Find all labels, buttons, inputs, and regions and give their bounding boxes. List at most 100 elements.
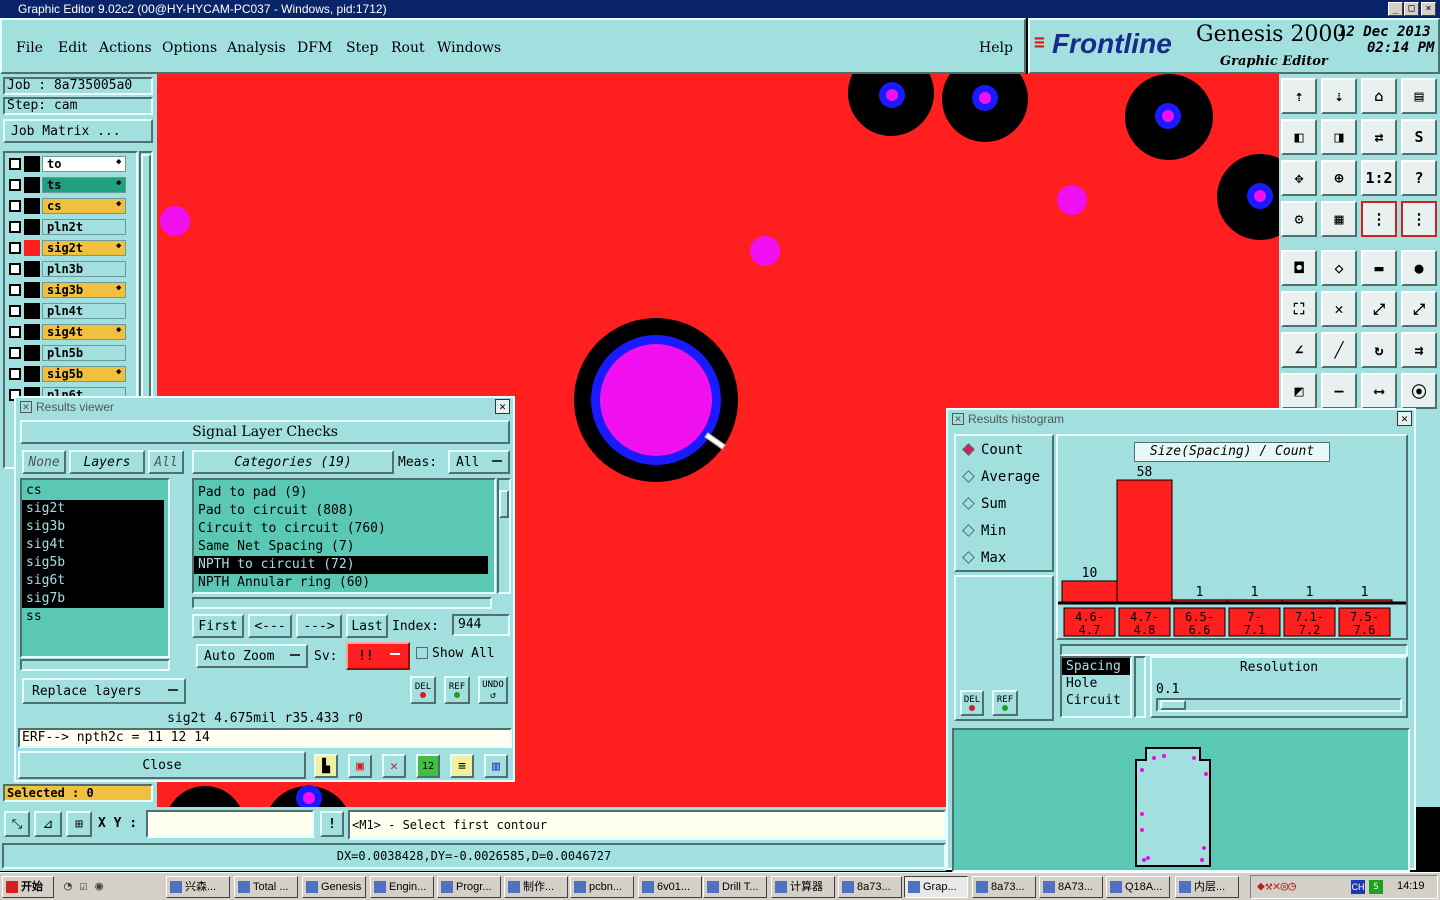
categories-button[interactable]: Categories (19) <box>192 450 394 474</box>
replace-layers-select[interactable]: Replace layers <box>22 678 186 704</box>
layer-color-swatch[interactable] <box>24 240 40 256</box>
home-icon[interactable]: ⌂ <box>1361 78 1397 114</box>
layer-name[interactable]: pln4t <box>42 303 126 319</box>
layer-checkbox[interactable] <box>9 221 21 233</box>
histogram-hscrollbar[interactable] <box>1060 644 1408 656</box>
numbered-list-icon[interactable]: 12 <box>416 754 440 778</box>
menu-rout[interactable]: Rout <box>391 40 425 56</box>
layer-row[interactable]: sig2t ◆ <box>6 240 126 256</box>
layer-name[interactable]: sig3b <box>42 282 126 298</box>
resolution-slider[interactable] <box>1156 698 1402 712</box>
type-list[interactable]: Spacing Hole Circuit <box>1060 656 1132 718</box>
result-layer-item[interactable]: ss <box>22 608 164 626</box>
show-all-checkbox[interactable] <box>416 647 428 659</box>
menu-file[interactable]: File <box>16 40 43 56</box>
zoom-box-icon[interactable]: ⤡ <box>4 811 30 837</box>
layer-checkbox[interactable] <box>9 347 21 359</box>
ime-icon[interactable]: S <box>1369 880 1383 894</box>
npth-hole[interactable] <box>600 344 712 456</box>
nodes-icon[interactable]: ⛶ <box>1281 291 1317 327</box>
task-button[interactable]: 8a73... <box>838 876 902 898</box>
close-button[interactable]: Close <box>18 751 306 779</box>
task-button[interactable]: 6v01... <box>638 876 702 898</box>
draw-icon[interactable]: ◇ <box>1321 250 1357 286</box>
type-item-spacing[interactable]: Spacing <box>1062 658 1130 675</box>
category-hscrollbar[interactable] <box>192 597 492 609</box>
category-scroll-thumb[interactable] <box>499 490 509 518</box>
type-item-hole[interactable]: Hole <box>1062 675 1130 692</box>
layer-checkbox[interactable] <box>9 158 21 170</box>
result-layer-item[interactable]: sig6t <box>22 572 164 590</box>
document-icon[interactable]: ≡ <box>450 754 474 778</box>
menu-edit[interactable]: Edit <box>58 40 87 56</box>
task-button[interactable]: pcbn... <box>570 876 634 898</box>
menu-windows[interactable]: Windows <box>437 40 501 56</box>
mode-radio-average[interactable]: Average <box>962 469 1040 485</box>
layer-name[interactable]: cs <box>42 198 126 214</box>
layer-row[interactable]: sig5b ◆ <box>6 366 126 382</box>
ring-icon[interactable]: ⦿ <box>1401 373 1437 409</box>
layer-row[interactable]: pln4t <box>6 303 126 319</box>
dot-icon[interactable]: ● <box>1401 250 1437 286</box>
layer-checkbox[interactable] <box>9 263 21 275</box>
histogram-bar[interactable] <box>1061 580 1118 603</box>
net-icon[interactable]: ⋮ <box>1361 201 1397 237</box>
prev-button[interactable]: <--- <box>248 614 292 638</box>
result-layer-item[interactable]: sig4t <box>22 536 164 554</box>
task-button[interactable]: 8A73... <box>1039 876 1103 898</box>
close-icon[interactable]: ✕ <box>495 399 510 414</box>
undo-button[interactable]: UNDO ↺ <box>478 676 508 704</box>
layer-name[interactable]: pln3b <box>42 261 126 277</box>
category-item[interactable]: Pad to pad (9) <box>194 484 488 502</box>
category-list[interactable]: Pad to pad (9) Pad to circuit (808) Circui… <box>192 478 496 594</box>
export-icon[interactable]: ▣ <box>348 754 372 778</box>
histogram-bar[interactable] <box>1116 479 1173 603</box>
layer-checkbox[interactable] <box>9 179 21 191</box>
layer-color-swatch[interactable] <box>24 219 40 235</box>
center-icon[interactable]: ⊕ <box>1321 160 1357 196</box>
task-button[interactable]: 制作... <box>504 876 568 898</box>
layer-row[interactable]: sig4t ◆ <box>6 324 126 340</box>
layer-name[interactable]: sig4t <box>42 324 126 340</box>
last-button[interactable]: Last <box>346 614 388 638</box>
layers-button[interactable]: Layers <box>69 450 145 474</box>
result-layer-item[interactable]: cs <box>22 482 164 500</box>
layer-name[interactable]: pln2t <box>42 219 126 235</box>
category-item[interactable]: NPTH Annular ring (60) <box>194 574 488 592</box>
layer-color-swatch[interactable] <box>24 282 40 298</box>
layer-color-swatch[interactable] <box>24 156 40 172</box>
layer-color-swatch[interactable] <box>24 198 40 214</box>
grid-icon[interactable]: ▦ <box>1321 201 1357 237</box>
pad-icon[interactable]: ◩ <box>1281 373 1317 409</box>
language-icon[interactable]: CH <box>1351 880 1365 894</box>
del-button[interactable]: DEL <box>410 676 436 704</box>
menu-step[interactable]: Step <box>346 40 378 56</box>
menu-actions[interactable]: Actions <box>99 40 152 56</box>
task-button[interactable]: 内层... <box>1175 876 1239 898</box>
layer-color-swatch[interactable] <box>24 324 40 340</box>
report-icon[interactable]: ▙ <box>314 754 338 778</box>
menu-analysis[interactable]: Analysis <box>227 40 286 56</box>
snap-icon[interactable]: S <box>1401 119 1437 155</box>
layer-result-list[interactable]: cs sig2t sig3b sig4t sig5b sig6t sig7b ss <box>20 478 170 658</box>
fit-icon[interactable]: ✥ <box>1281 160 1317 196</box>
layer-checkbox[interactable] <box>9 284 21 296</box>
window-icon[interactable]: ▤ <box>1401 78 1437 114</box>
layer-checkbox[interactable] <box>9 368 21 380</box>
layer-row[interactable]: sig3b ◆ <box>6 282 126 298</box>
layer-checkbox[interactable] <box>9 200 21 212</box>
layer-name[interactable]: to <box>42 156 126 172</box>
layer-name[interactable]: sig2t <box>42 240 126 256</box>
menu-dfm[interactable]: DFM <box>297 40 332 56</box>
task-button[interactable]: 8a73... <box>972 876 1036 898</box>
menu-help[interactable]: Help <box>979 40 1013 56</box>
all-button[interactable]: All <box>148 450 184 474</box>
layer-hscrollbar[interactable] <box>20 659 170 671</box>
alert-icon[interactable]: ! <box>320 811 344 837</box>
line-icon[interactable]: ⤢ <box>1361 291 1397 327</box>
type-scrollbar[interactable] <box>1134 656 1146 718</box>
task-button[interactable]: Grap... <box>904 876 968 898</box>
histogram-icon[interactable]: ▥ <box>484 754 508 778</box>
layer-name[interactable]: pln5b <box>42 345 126 361</box>
arc-icon[interactable]: ↻ <box>1361 332 1397 368</box>
